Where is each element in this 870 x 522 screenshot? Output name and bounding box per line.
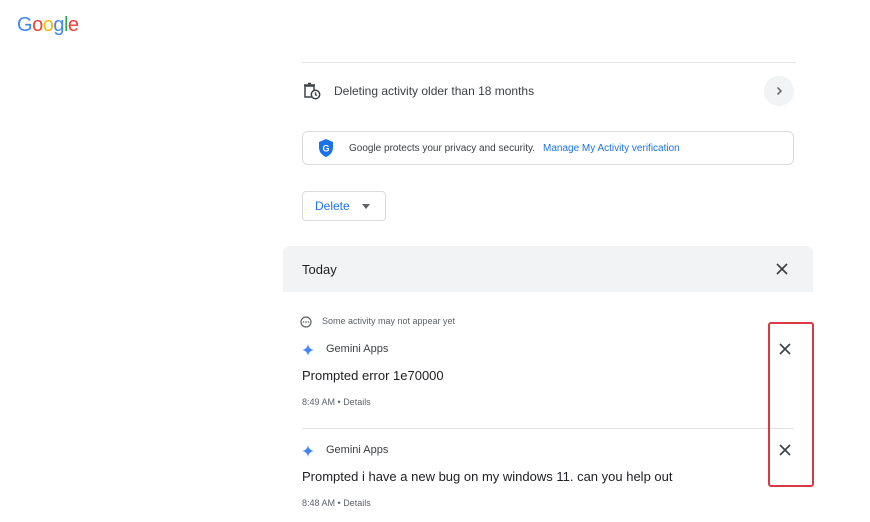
logo-letter: e bbox=[67, 14, 79, 36]
item-divider bbox=[302, 428, 794, 429]
activity-meta: 8:49 AM • Details bbox=[302, 397, 371, 407]
activity-meta: 8:48 AM • Details bbox=[302, 498, 371, 508]
logo-letter: g bbox=[53, 14, 64, 36]
svg-text:G: G bbox=[322, 144, 329, 154]
google-shield-icon: G bbox=[317, 138, 335, 158]
privacy-text: Google protects your privacy and securit… bbox=[349, 142, 536, 154]
details-link[interactable]: Details bbox=[343, 397, 371, 407]
activity-prompt: Prompted i have a new bug on my windows … bbox=[302, 469, 673, 484]
activity-item[interactable]: Gemini Apps Prompted error 1e70000 8:49 … bbox=[283, 341, 813, 421]
activity-app: Gemini Apps bbox=[302, 442, 388, 458]
manage-verification-link[interactable]: Manage My Activity verification bbox=[543, 143, 680, 154]
app-name: Gemini Apps bbox=[326, 343, 389, 355]
activity-notice: Some activity may not appear yet bbox=[300, 313, 455, 329]
logo-letter: o bbox=[42, 14, 54, 36]
auto-delete-text: Deleting activity older than 18 months bbox=[334, 84, 535, 98]
details-link[interactable]: Details bbox=[343, 498, 371, 508]
gemini-sparkle-icon bbox=[302, 444, 314, 457]
activity-time: 8:49 AM bbox=[302, 397, 336, 407]
chevron-right-icon[interactable] bbox=[764, 76, 794, 106]
close-icon[interactable] bbox=[772, 259, 792, 279]
activity-time: 8:48 AM bbox=[302, 498, 336, 508]
app-name: Gemini Apps bbox=[326, 444, 389, 456]
notice-text: Some activity may not appear yet bbox=[322, 316, 456, 326]
auto-delete-row[interactable]: Deleting activity older than 18 months bbox=[302, 76, 796, 106]
gemini-sparkle-icon bbox=[302, 343, 314, 356]
google-logo: Google bbox=[17, 14, 79, 37]
activity-app: Gemini Apps bbox=[302, 341, 388, 357]
pending-icon bbox=[300, 315, 312, 328]
highlight-box bbox=[768, 322, 814, 487]
section-header: Today bbox=[283, 246, 813, 292]
delete-label: Delete bbox=[315, 199, 350, 213]
logo-letter: G bbox=[17, 14, 33, 36]
delete-menu-button[interactable]: Delete bbox=[302, 191, 386, 221]
section-title: Today bbox=[302, 261, 337, 277]
logo-letter: o bbox=[32, 14, 43, 36]
activity-prompt: Prompted error 1e70000 bbox=[302, 368, 444, 383]
activity-item[interactable]: Gemini Apps Prompted i have a new bug on… bbox=[283, 442, 813, 522]
caret-down-icon bbox=[361, 203, 370, 209]
divider bbox=[302, 62, 796, 63]
auto-delete-icon bbox=[302, 81, 322, 101]
privacy-banner: G Google protects your privacy and secur… bbox=[302, 131, 794, 165]
